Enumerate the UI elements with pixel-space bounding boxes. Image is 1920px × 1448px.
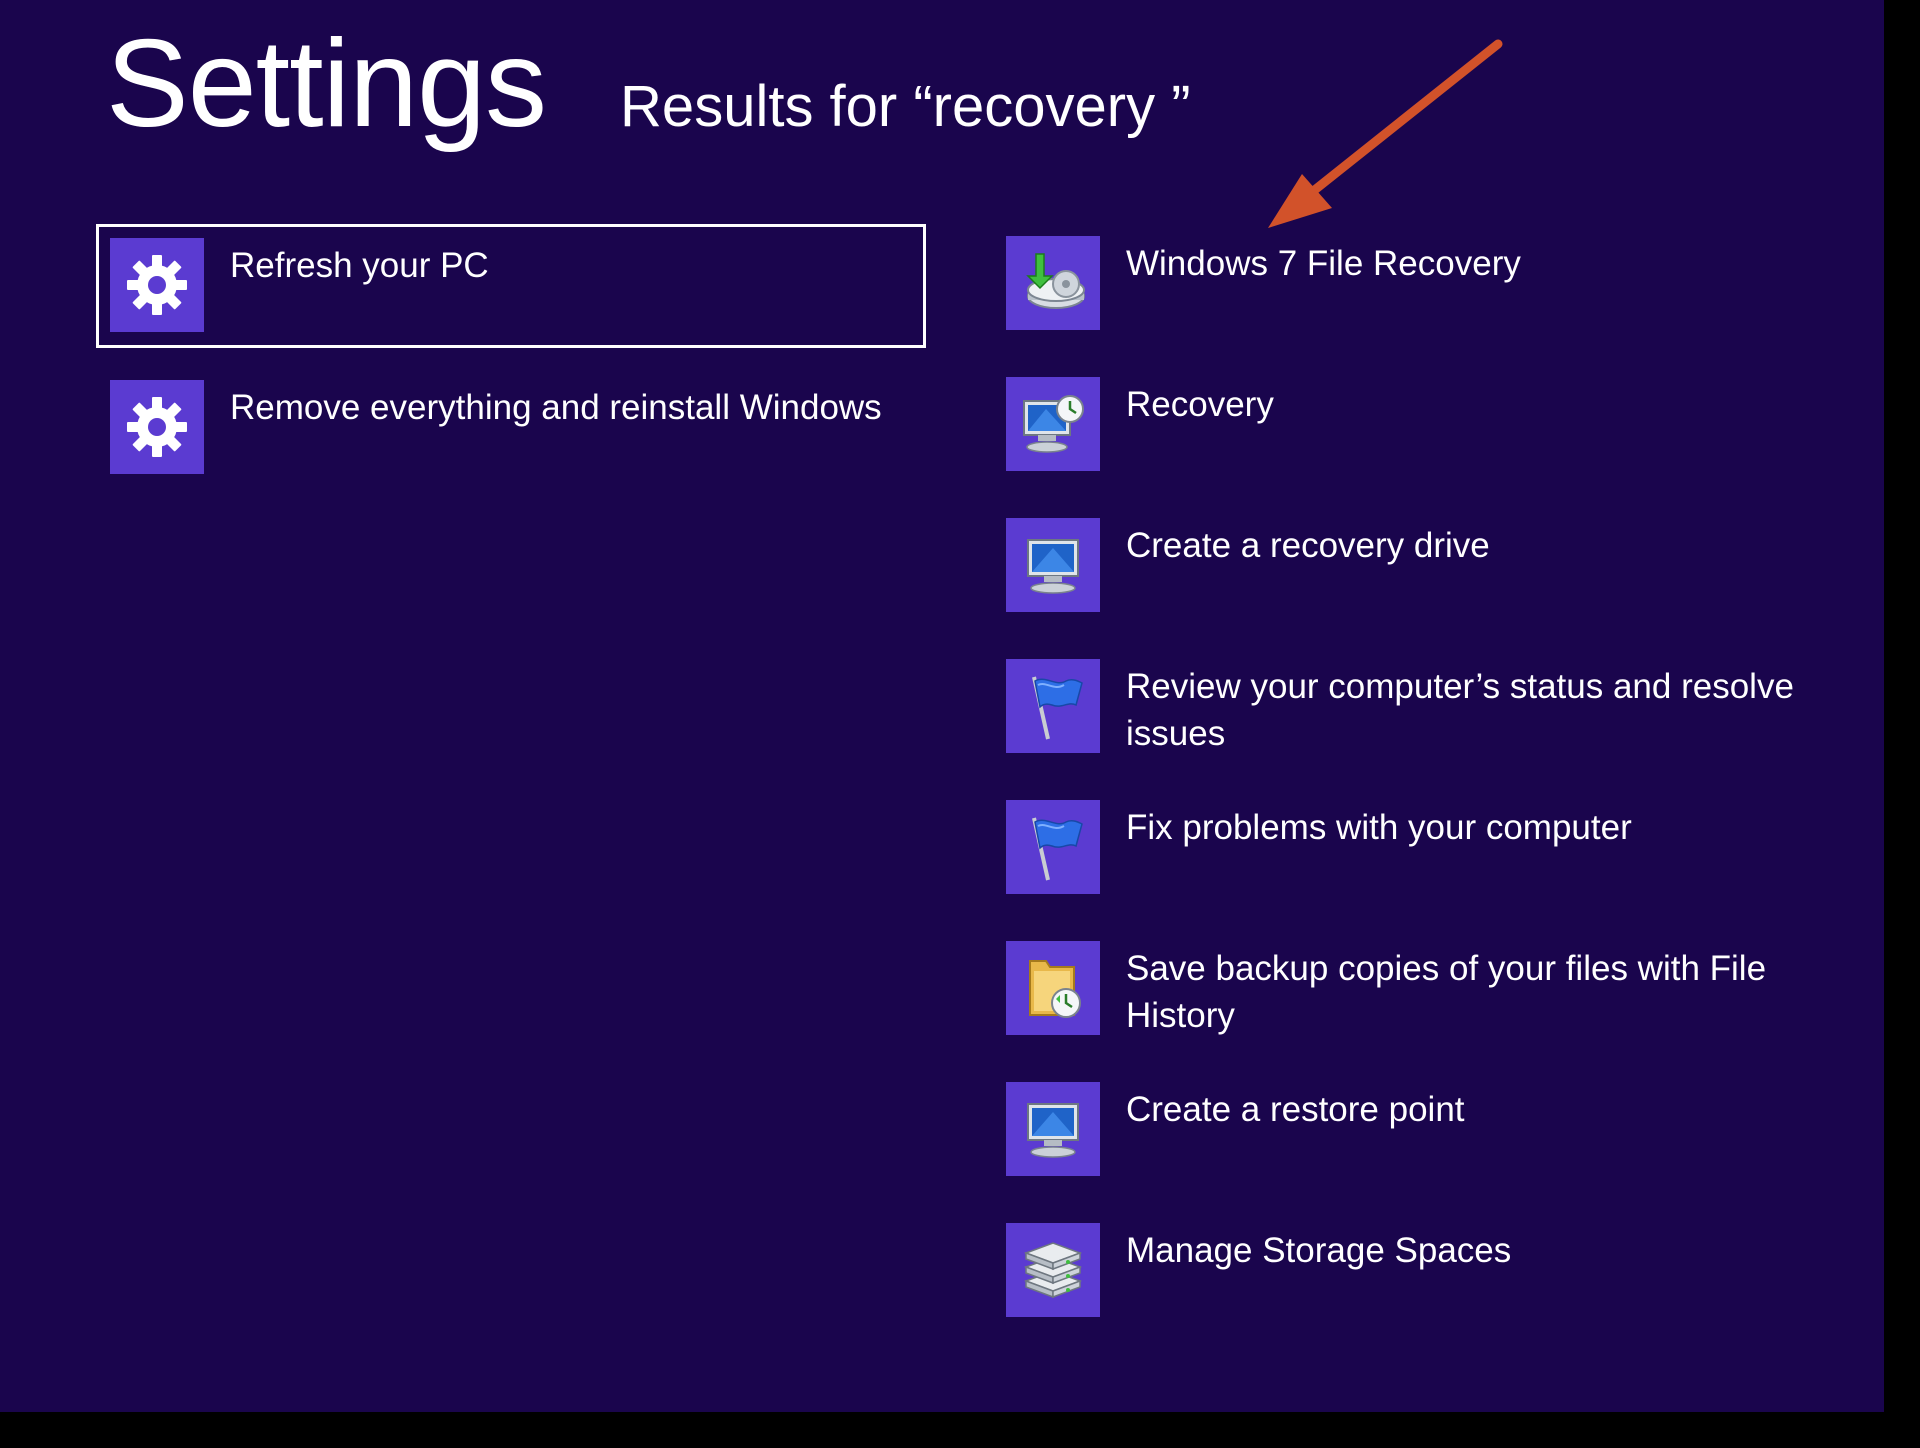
- result-refresh-pc[interactable]: Refresh your PC: [96, 224, 926, 348]
- backup-disk-icon: [1006, 236, 1100, 330]
- result-review-status[interactable]: Review your computer’s status and resolv…: [1006, 659, 1826, 800]
- search-header: Settings Results for “recovery ”: [106, 22, 1191, 146]
- result-label: Create a restore point: [1126, 1090, 1465, 1129]
- storage-stack-icon: [1006, 1223, 1100, 1317]
- result-manage-storage-spaces[interactable]: Manage Storage Spaces: [1006, 1223, 1826, 1364]
- result-label: Windows 7 File Recovery: [1126, 244, 1521, 283]
- result-windows7-file-recovery[interactable]: Windows 7 File Recovery: [1006, 236, 1826, 377]
- computer-icon: [1006, 1082, 1100, 1176]
- result-create-restore-point[interactable]: Create a restore point: [1006, 1082, 1826, 1223]
- result-create-recovery-drive[interactable]: Create a recovery drive: [1006, 518, 1826, 659]
- page-title: Settings: [106, 15, 547, 153]
- settings-search-screen: Settings Results for “recovery ” Refresh…: [0, 0, 1884, 1412]
- folder-history-icon: [1006, 941, 1100, 1035]
- result-label: Manage Storage Spaces: [1126, 1231, 1512, 1270]
- result-label: Create a recovery drive: [1126, 526, 1490, 565]
- result-label: Review your computer’s status and resolv…: [1126, 667, 1794, 753]
- gear-icon: [110, 380, 204, 474]
- computer-icon: [1006, 518, 1100, 612]
- result-label: Fix problems with your computer: [1126, 808, 1632, 847]
- result-label: Recovery: [1126, 385, 1274, 424]
- results-column-left: Refresh your PC Remove everything and re…: [96, 224, 926, 508]
- results-column-right: Windows 7 File Recovery Recovery Create …: [1006, 236, 1826, 1364]
- monitor-clock-icon: [1006, 377, 1100, 471]
- annotation-arrow-icon: [1268, 39, 1503, 228]
- flag-icon: [1006, 800, 1100, 894]
- result-fix-problems[interactable]: Fix problems with your computer: [1006, 800, 1826, 941]
- result-remove-everything[interactable]: Remove everything and reinstall Windows: [96, 366, 926, 490]
- result-label: Save backup copies of your files with Fi…: [1126, 949, 1767, 1035]
- result-label: Remove everything and reinstall Windows: [230, 388, 882, 427]
- result-recovery[interactable]: Recovery: [1006, 377, 1826, 518]
- flag-icon: [1006, 659, 1100, 753]
- gear-icon: [110, 238, 204, 332]
- results-subtitle: Results for “recovery ”: [620, 74, 1191, 139]
- result-file-history[interactable]: Save backup copies of your files with Fi…: [1006, 941, 1826, 1082]
- result-label: Refresh your PC: [230, 246, 489, 285]
